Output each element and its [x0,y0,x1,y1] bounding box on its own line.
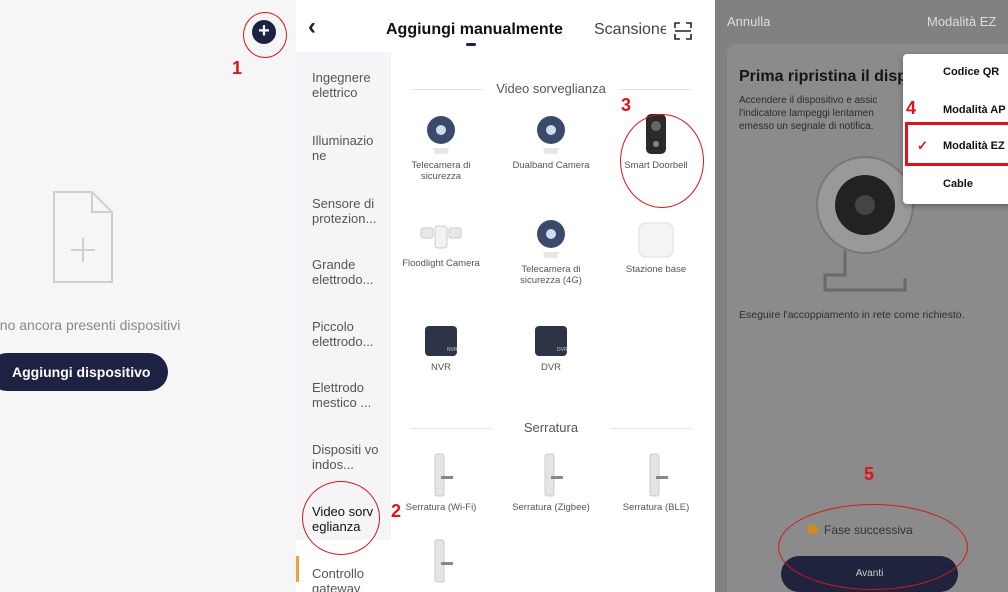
sidebar-item-controllo-gateway[interactable]: Controllo gateway [312,566,386,592]
lock-wifi-icon [434,453,453,497]
active-category-bar [296,556,299,582]
device-label: Stazione base [625,264,687,275]
floodlight-icon [420,225,462,249]
annotation-ring-1 [243,12,287,58]
annotation-ring-5 [778,504,968,590]
home-panel: + ono ancora presenti dispositivi Aggiun… [0,0,296,592]
nvr-icon: NVR [425,326,458,356]
device-label: Serratura (Zigbee) [512,502,590,513]
device-lock-ble[interactable]: Serratura (BLE) [606,452,706,513]
device-dvr[interactable]: DVR DVR [501,324,601,373]
annotation-number-4: 4 [906,98,917,118]
annotation-number-2: 2 [391,501,402,521]
annotation-ring-3 [620,114,704,208]
add-device-header: ‹ Aggiungi manualmente Scansione [296,0,711,52]
device-floodlight-camera[interactable]: Floodlight Camera [391,220,491,269]
device-label: Telecamera di sicurezza [411,160,471,182]
lock-zigbee-icon [544,453,563,497]
device-label: NVR [430,362,452,373]
dvr-icon: DVR [535,326,568,356]
device-nvr[interactable]: NVR NVR [391,324,491,373]
lock-ble-icon [649,453,668,497]
tab-scan[interactable]: Scansione [594,21,666,39]
device-label: DVR [540,362,562,373]
device-label: Dualband Camera [512,160,590,171]
cancel-link[interactable]: Annulla [727,14,770,29]
tab-add-manually[interactable]: Aggiungi manualmente [386,21,563,39]
divider [611,428,691,429]
tab-indicator [466,43,476,46]
empty-file-icon [53,191,113,283]
device-label: Telecamera di sicurezza (4G) [520,264,582,286]
menu-item-qr-code[interactable]: Codice QR [903,66,1008,78]
highlight-box [905,122,1008,166]
add-device-button[interactable]: Aggiungi dispositivo [0,353,168,391]
device-label: Floodlight Camera [402,258,480,269]
ez-mode-panel: Annulla Modalità EZ Prima ripristina il … [715,0,1008,592]
annotation-number-1: 1 [232,58,243,78]
instruction-title: Prima ripristina il disp [739,68,908,85]
back-arrow-icon[interactable]: ‹ [308,13,316,41]
device-dualband-camera[interactable]: Dualband Camera [501,112,601,171]
menu-item-cable[interactable]: Cable [903,178,1008,190]
scan-icon[interactable] [674,22,692,40]
annotation-ring-2 [302,481,380,555]
empty-devices-text: ono ancora presenti dispositivi [0,317,181,333]
lock-icon [434,539,453,583]
dvr-tag: DVR [557,347,568,353]
device-security-camera-4g[interactable]: Telecamera di sicurezza (4G) [501,216,601,286]
device-lock-wifi[interactable]: Serratura (Wi-Fi) [391,452,491,513]
security-camera-4g-icon [537,220,565,258]
base-station-icon [638,222,674,258]
sidebar-item-sensore-protezione[interactable]: Sensore di protezion... [312,196,386,226]
device-lock-extra[interactable] [391,538,491,584]
device-base-station[interactable]: Stazione base [606,220,706,275]
instruction-description: Accendere il dispositivo e assic l'indic… [739,95,878,132]
pairing-instruction[interactable]: Eseguire l'accoppiamento in rete come ri… [739,309,965,321]
sidebar-item-illuminazione[interactable]: Illuminazio ne [312,133,386,163]
sidebar-item-piccolo-elettrodomestico[interactable]: Piccolo elettrodo... [312,319,386,349]
nvr-tag: NVR [447,347,458,353]
device-label: Serratura (Wi-Fi) [405,502,477,513]
sidebar-item-dispositivo-indossabile[interactable]: Dispositi vo indos... [312,442,386,472]
divider [619,89,691,90]
sidebar-item-ingegnere-elettrico[interactable]: Ingegnere elettrico [312,70,386,100]
mode-selector[interactable]: Modalità EZ [927,14,996,29]
security-camera-icon [427,116,455,154]
sidebar-item-grande-elettrodomestico[interactable]: Grande elettrodo... [312,257,386,287]
device-lock-zigbee[interactable]: Serratura (Zigbee) [501,452,601,513]
annotation-number-5: 5 [864,464,875,484]
device-label: Serratura (BLE) [622,502,690,513]
menu-item-ap-mode[interactable]: Modalità AP [903,104,1008,116]
annotation-number-3: 3 [621,95,632,115]
device-security-camera[interactable]: Telecamera di sicurezza [391,112,491,182]
dualband-camera-icon [537,116,565,154]
sidebar-item-elettrodomestico[interactable]: Elettrodo mestico ... [312,380,386,410]
